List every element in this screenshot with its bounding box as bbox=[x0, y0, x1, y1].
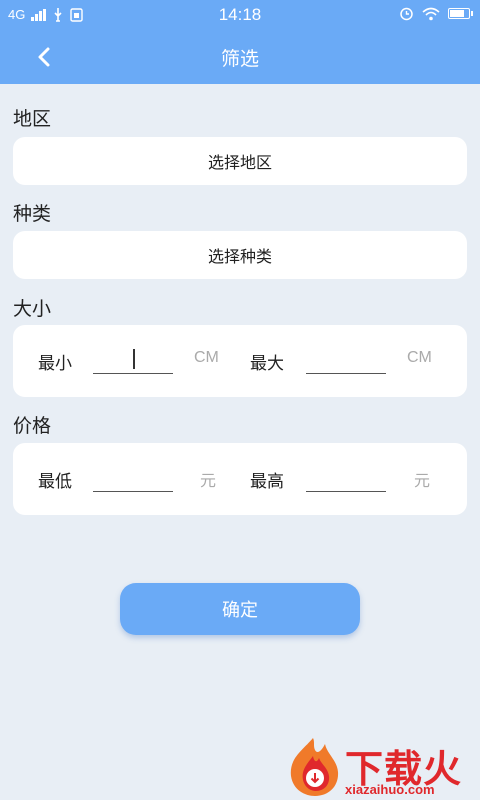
nav-bar: 筛选 bbox=[0, 30, 480, 84]
price-label: 价格 bbox=[13, 415, 52, 437]
wifi-icon bbox=[422, 7, 440, 20]
size-max-input[interactable] bbox=[306, 339, 388, 375]
price-max-unit: 元 bbox=[414, 473, 431, 490]
price-max-label: 最高 bbox=[250, 472, 284, 492]
size-min-unit: CM bbox=[194, 349, 219, 366]
price-range-card: 最低 元 最高 元 bbox=[13, 443, 467, 515]
select-category-button[interactable]: 选择种类 bbox=[13, 231, 467, 279]
price-min-underline bbox=[93, 491, 173, 492]
size-max-label: 最大 bbox=[250, 354, 284, 374]
price-max-underline bbox=[306, 491, 386, 492]
region-label: 地区 bbox=[13, 108, 52, 130]
select-region-button[interactable]: 选择地区 bbox=[13, 137, 467, 185]
price-min-input[interactable] bbox=[93, 457, 175, 493]
size-min-label: 最小 bbox=[38, 354, 72, 374]
price-min-label: 最低 bbox=[38, 472, 72, 492]
size-max-unit: CM bbox=[407, 349, 432, 366]
watermark-logo: 下载火 xiazaihuo.com bbox=[283, 736, 480, 800]
alarm-icon bbox=[400, 7, 413, 21]
flame-logo-icon bbox=[290, 738, 339, 796]
size-range-card: 最小 CM 最大 CM bbox=[13, 325, 467, 397]
size-max-underline bbox=[306, 373, 386, 374]
page-title: 筛选 bbox=[220, 48, 259, 70]
price-min-unit: 元 bbox=[200, 473, 217, 490]
size-min-underline bbox=[93, 373, 173, 374]
text-cursor bbox=[133, 349, 135, 369]
price-max-input[interactable] bbox=[306, 457, 388, 493]
battery-icon bbox=[448, 8, 473, 19]
confirm-button[interactable]: 确定 bbox=[120, 583, 360, 635]
watermark-url: xiazaihuo.com bbox=[345, 782, 435, 797]
category-label: 种类 bbox=[13, 203, 52, 225]
size-label: 大小 bbox=[13, 298, 52, 320]
status-bar: 4G 14:18 bbox=[0, 0, 480, 30]
